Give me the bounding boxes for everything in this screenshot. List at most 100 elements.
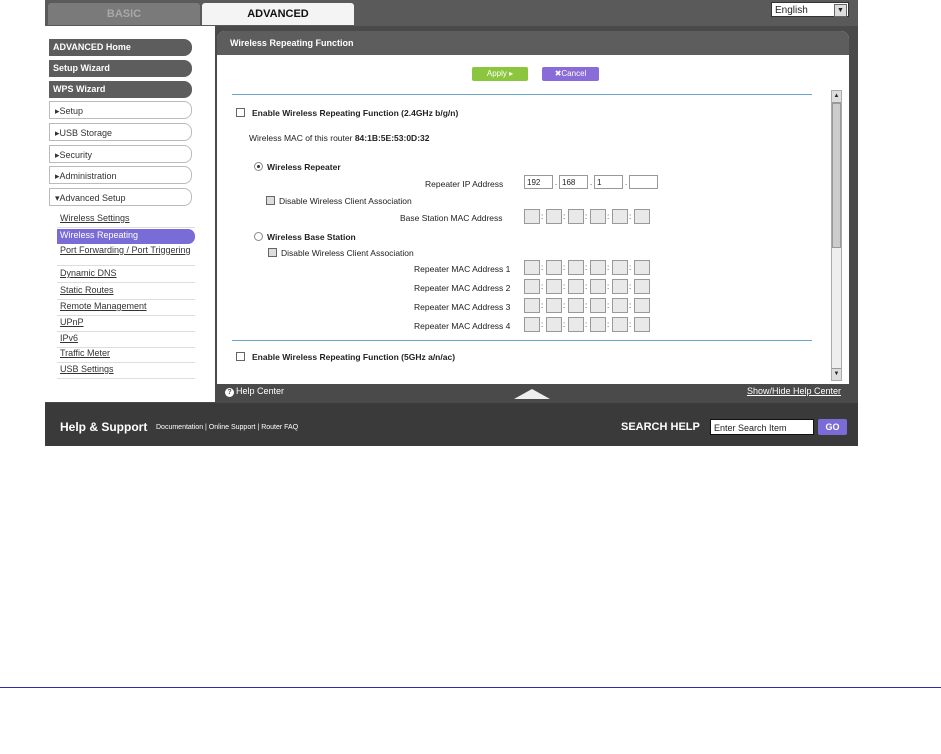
repeater-mac-2-octet-3[interactable] <box>568 279 584 294</box>
expand-triangle-icon[interactable] <box>514 389 550 399</box>
repeater-mac-4-label: Repeater MAC Address 4 <box>414 321 511 331</box>
sidebar-section-administration[interactable]: ▸Administration <box>49 166 192 184</box>
repeater-mac-3-octet-4[interactable] <box>590 298 606 313</box>
sidebar-section-usb-storage[interactable]: ▸USB Storage <box>49 123 192 141</box>
sidebar-item-dynamic-dns[interactable]: Dynamic DNS <box>57 268 195 283</box>
language-select[interactable]: English ▼ <box>771 2 849 17</box>
repeater-mac-3-label: Repeater MAC Address 3 <box>414 302 511 312</box>
sidebar-item-wps-wizard[interactable]: WPS Wizard <box>49 81 192 98</box>
mac-separator: : <box>541 212 544 221</box>
repeater-mac-3-octet-2[interactable] <box>546 298 562 313</box>
help-question-icon: ? <box>225 388 234 397</box>
repeater-mac-2-octet-6[interactable] <box>634 279 650 294</box>
tab-basic[interactable]: BASIC <box>48 3 200 25</box>
mac-label: Wireless MAC of this router <box>249 133 353 143</box>
base-station-mac-octet-2[interactable] <box>546 209 562 224</box>
sidebar-item-traffic-meter[interactable]: Traffic Meter <box>57 348 195 363</box>
repeater-ip-octet-2[interactable]: 168 <box>559 175 588 189</box>
tab-advanced[interactable]: ADVANCED <box>202 3 354 25</box>
repeater-mac-3-octet-3[interactable] <box>568 298 584 313</box>
chevron-down-icon[interactable]: ▼ <box>834 4 847 17</box>
scroll-down-arrow-icon[interactable]: ▼ <box>832 368 841 380</box>
disable-assoc-2-checkbox[interactable] <box>268 248 277 257</box>
enable-5ghz-checkbox[interactable] <box>236 352 245 361</box>
base-station-mac-octet-1[interactable] <box>524 209 540 224</box>
enable-5ghz-label: Enable Wireless Repeating Function (5GHz… <box>252 352 456 362</box>
disable-assoc-1-checkbox[interactable] <box>266 196 275 205</box>
repeater-mac-1-octet-1[interactable] <box>524 260 540 275</box>
repeater-mac-1-octet-6[interactable] <box>634 260 650 275</box>
sidebar-item-port-forwarding[interactable]: Port Forwarding / Port Triggering <box>57 245 195 266</box>
search-help-input[interactable]: Enter Search Item <box>710 419 814 435</box>
help-center-link[interactable]: ? Help Center <box>225 386 284 397</box>
sidebar-item-advanced-home[interactable]: ADVANCED Home <box>49 39 192 56</box>
mac-separator: : <box>629 301 632 310</box>
mac-separator: : <box>541 263 544 272</box>
repeater-mac-4-octet-2[interactable] <box>546 317 562 332</box>
disable-assoc-2-label: Disable Wireless Client Association <box>281 248 414 258</box>
base-mac-label: Base Station MAC Address <box>400 213 503 223</box>
language-value: English <box>775 5 808 16</box>
repeater-mac-1-octet-3[interactable] <box>568 260 584 275</box>
go-button[interactable]: GO <box>818 419 847 435</box>
repeater-mac-2-octet-5[interactable] <box>612 279 628 294</box>
wireless-repeater-radio[interactable] <box>254 162 263 171</box>
base-station-mac-octet-4[interactable] <box>590 209 606 224</box>
scroll-thumb[interactable] <box>832 103 841 248</box>
router-admin-frame: BASIC ADVANCED English ▼ ADVANCED Home S… <box>45 0 858 446</box>
sidebar-item-static-routes[interactable]: Static Routes <box>57 285 195 300</box>
sidebar-item-wireless-repeating[interactable]: Wireless Repeating <box>57 229 195 244</box>
sidebar-item-remote-management[interactable]: Remote Management <box>57 301 195 316</box>
sidebar-section-security[interactable]: ▸Security <box>49 145 192 163</box>
mac-separator: : <box>607 320 610 329</box>
sidebar-section-setup[interactable]: ▸Setup <box>49 101 192 119</box>
repeater-mac-4-octet-6[interactable] <box>634 317 650 332</box>
repeater-mac-4-octet-4[interactable] <box>590 317 606 332</box>
mac-separator: : <box>629 320 632 329</box>
repeater-mac-2-octet-2[interactable] <box>546 279 562 294</box>
base-station-mac-octet-6[interactable] <box>634 209 650 224</box>
cancel-button[interactable]: ✖Cancel <box>542 67 599 81</box>
divider <box>232 94 812 95</box>
wireless-repeater-label: Wireless Repeater <box>267 162 341 172</box>
repeater-mac-2-octet-1[interactable] <box>524 279 540 294</box>
wireless-base-station-radio[interactable] <box>254 232 263 241</box>
sidebar-item-wireless-settings[interactable]: Wireless Settings <box>57 213 195 228</box>
repeater-mac-3-octet-6[interactable] <box>634 298 650 313</box>
sidebar-item-setup-wizard[interactable]: Setup Wizard <box>49 60 192 77</box>
repeater-mac-1-octet-4[interactable] <box>590 260 606 275</box>
wireless-base-station-label: Wireless Base Station <box>267 232 356 242</box>
repeater-ip-label: Repeater IP Address <box>425 179 504 189</box>
repeater-mac-3-octet-1[interactable] <box>524 298 540 313</box>
sidebar-item-ipv6[interactable]: IPv6 <box>57 333 195 348</box>
repeater-mac-1-octet-2[interactable] <box>546 260 562 275</box>
page-divider <box>0 687 941 688</box>
repeater-ip-octet-1[interactable]: 192 <box>524 175 553 189</box>
sidebar-item-upnp[interactable]: UPnP <box>57 317 195 332</box>
support-bar: Help & Support Documentation | Online Su… <box>45 403 858 446</box>
repeater-mac-3-octet-5[interactable] <box>612 298 628 313</box>
mac-separator: : <box>563 212 566 221</box>
sidebar-section-advanced-setup[interactable]: ▾Advanced Setup <box>49 188 192 206</box>
show-hide-help-link[interactable]: Show/Hide Help Center <box>747 386 841 396</box>
base-station-mac-octet-5[interactable] <box>612 209 628 224</box>
support-links[interactable]: Documentation | Online Support | Router … <box>156 424 298 431</box>
repeater-ip-octet-4[interactable] <box>629 175 658 189</box>
content-scrollbar[interactable]: ▲ ▼ <box>831 90 842 381</box>
repeater-mac-4-octet-3[interactable] <box>568 317 584 332</box>
apply-button[interactable]: Apply ▸ <box>472 67 528 81</box>
repeater-mac-4-octet-5[interactable] <box>612 317 628 332</box>
enable-24ghz-checkbox[interactable] <box>236 108 245 117</box>
repeater-mac-2-octet-4[interactable] <box>590 279 606 294</box>
repeater-ip-octet-3[interactable]: 1 <box>594 175 623 189</box>
scroll-up-arrow-icon[interactable]: ▲ <box>832 91 841 103</box>
sidebar-item-usb-settings[interactable]: USB Settings <box>57 364 195 379</box>
repeater-mac-4-octet-1[interactable] <box>524 317 540 332</box>
base-station-mac-octet-3[interactable] <box>568 209 584 224</box>
repeater-mac-1-octet-5[interactable] <box>612 260 628 275</box>
help-center-bar: ? Help Center Show/Hide Help Center <box>217 384 849 400</box>
ip-dot: . <box>555 178 558 187</box>
ip-dot: . <box>625 178 628 187</box>
mac-separator: : <box>585 301 588 310</box>
content-panel: Wireless Repeating Function Apply ▸ ✖Can… <box>217 31 849 399</box>
